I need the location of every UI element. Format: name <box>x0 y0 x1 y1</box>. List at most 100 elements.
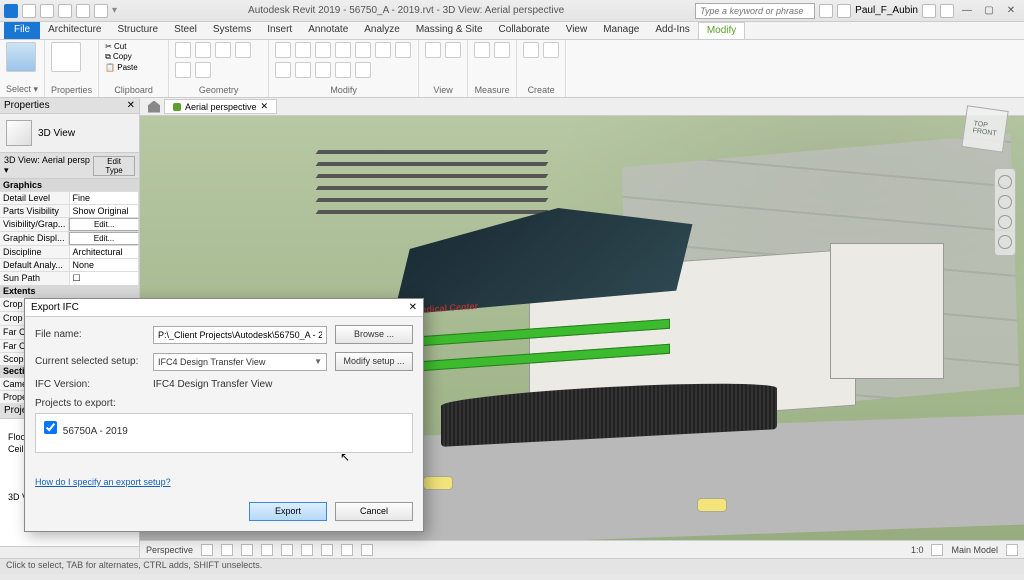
scale-value[interactable]: 1:0 <box>911 545 924 555</box>
infocenter-icon[interactable] <box>819 4 833 18</box>
tab-massing[interactable]: Massing & Site <box>408 22 491 39</box>
tab-steel[interactable]: Steel <box>166 22 205 39</box>
view-tab-close-icon[interactable]: ✕ <box>261 101 269 112</box>
modify-icon[interactable] <box>335 42 351 58</box>
exchange-icon[interactable] <box>922 4 936 18</box>
view-icon[interactable] <box>425 42 441 58</box>
prop-val[interactable]: Fine <box>70 192 140 204</box>
qat-save-icon[interactable] <box>40 4 54 18</box>
cancel-button[interactable]: Cancel <box>335 502 413 521</box>
prop-val[interactable]: Show Original <box>70 205 140 217</box>
worksets-icon[interactable] <box>931 544 943 556</box>
qat-undo-icon[interactable] <box>58 4 72 18</box>
prop-val[interactable]: None <box>70 259 140 271</box>
modify-icon[interactable] <box>375 42 391 58</box>
file-name-input[interactable] <box>153 326 327 344</box>
view-icon[interactable] <box>445 42 461 58</box>
geom-icon[interactable] <box>175 42 191 58</box>
user-name[interactable]: Paul_F_Aubin <box>855 5 918 16</box>
modify-icon[interactable] <box>295 62 311 78</box>
qat-print-icon[interactable] <box>94 4 108 18</box>
view-cube[interactable]: TOPFRONT <box>961 105 1008 152</box>
tab-modify[interactable]: Modify <box>698 22 745 39</box>
filter-icon[interactable] <box>1006 544 1018 556</box>
sign-in-icon[interactable] <box>837 4 851 18</box>
setup-dropdown[interactable]: IFC4 Design Transfer View ▼ <box>153 353 327 371</box>
view-instance-dropdown[interactable]: 3D View: Aerial persp ▾ <box>4 155 93 176</box>
create-icon[interactable] <box>523 42 539 58</box>
shadows-icon[interactable] <box>261 544 273 556</box>
view-tab[interactable]: Aerial perspective ✕ <box>164 99 277 114</box>
navigation-bar[interactable] <box>994 168 1016 256</box>
modify-setup-button[interactable]: Modify setup ... <box>335 352 413 371</box>
paste-button[interactable]: 📋 Paste <box>105 63 162 72</box>
prop-edit-button[interactable]: Edit... <box>69 232 139 245</box>
modify-icon[interactable] <box>315 62 331 78</box>
modify-icon[interactable] <box>295 42 311 58</box>
modify-icon[interactable] <box>315 42 331 58</box>
tab-structure[interactable]: Structure <box>109 22 166 39</box>
edit-type-button[interactable]: Edit Type <box>93 156 135 176</box>
sun-path-icon[interactable] <box>241 544 253 556</box>
copy-button[interactable]: ⧉ Copy <box>105 52 162 62</box>
geom-icon[interactable] <box>195 62 211 78</box>
visual-style-icon[interactable] <box>221 544 233 556</box>
geom-icon[interactable] <box>235 42 251 58</box>
tab-insert[interactable]: Insert <box>259 22 300 39</box>
orbit-icon[interactable] <box>998 235 1012 249</box>
detail-level-icon[interactable] <box>201 544 213 556</box>
tab-collaborate[interactable]: Collaborate <box>491 22 558 39</box>
render-icon[interactable] <box>281 544 293 556</box>
project-checkbox-item[interactable]: 56750A - 2019 <box>40 426 128 437</box>
close-button[interactable]: ✕ <box>1002 5 1020 16</box>
modify-icon[interactable] <box>355 42 371 58</box>
zoom-icon[interactable] <box>998 215 1012 229</box>
modify-icon[interactable] <box>395 42 411 58</box>
search-input[interactable] <box>695 3 815 19</box>
browser-scrollbar[interactable] <box>0 546 139 558</box>
crop-region-icon[interactable] <box>321 544 333 556</box>
home-icon[interactable] <box>148 101 160 113</box>
tab-systems[interactable]: Systems <box>205 22 259 39</box>
properties-tool-icon[interactable] <box>51 42 81 72</box>
minimize-button[interactable]: — <box>958 5 976 16</box>
lock-icon[interactable] <box>341 544 353 556</box>
scale-label[interactable]: Perspective <box>146 545 193 555</box>
tab-annotate[interactable]: Annotate <box>300 22 356 39</box>
measure-icon[interactable] <box>474 42 490 58</box>
steering-wheel-icon[interactable] <box>998 175 1012 189</box>
qat-open-icon[interactable] <box>22 4 36 18</box>
help-link[interactable]: How do I specify an export setup? <box>35 477 171 487</box>
modify-icon[interactable] <box>275 42 291 58</box>
modify-icon[interactable] <box>335 62 351 78</box>
export-button[interactable]: Export <box>249 502 327 521</box>
properties-header[interactable]: Properties✕ <box>0 98 139 114</box>
pan-icon[interactable] <box>998 195 1012 209</box>
tab-addins[interactable]: Add-Ins <box>647 22 697 39</box>
reveal-icon[interactable] <box>361 544 373 556</box>
modify-icon[interactable] <box>275 62 291 78</box>
prop-checkbox[interactable]: ☐ <box>70 272 140 285</box>
cut-button[interactable]: ✂ Cut <box>105 42 162 51</box>
revit-logo-icon[interactable] <box>4 4 18 18</box>
tab-manage[interactable]: Manage <box>595 22 647 39</box>
geom-icon[interactable] <box>215 42 231 58</box>
main-model-dropdown[interactable]: Main Model <box>951 545 998 555</box>
modify-tool-icon[interactable] <box>6 42 36 72</box>
dialog-close-icon[interactable]: ✕ <box>409 302 417 313</box>
prop-val[interactable]: Architectural <box>70 246 140 258</box>
maximize-button[interactable]: ▢ <box>980 5 998 16</box>
qat-redo-icon[interactable] <box>76 4 90 18</box>
help-icon[interactable] <box>940 4 954 18</box>
tab-view[interactable]: View <box>558 22 596 39</box>
file-tab[interactable]: File <box>4 22 40 39</box>
modify-icon[interactable] <box>355 62 371 78</box>
prop-edit-button[interactable]: Edit... <box>69 218 139 231</box>
browse-button[interactable]: Browse ... <box>335 325 413 344</box>
projects-list[interactable]: 56750A - 2019 <box>35 413 413 453</box>
create-icon[interactable] <box>543 42 559 58</box>
measure-icon[interactable] <box>494 42 510 58</box>
tab-architecture[interactable]: Architecture <box>40 22 109 39</box>
crop-icon[interactable] <box>301 544 313 556</box>
tab-analyze[interactable]: Analyze <box>356 22 408 39</box>
